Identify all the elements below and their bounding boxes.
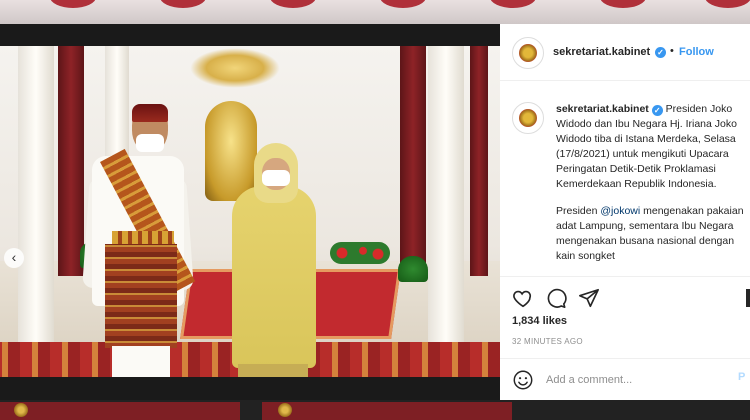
comment-bar: P bbox=[500, 358, 750, 401]
follow-button[interactable]: Follow bbox=[679, 46, 714, 58]
photo-woman-face-mask bbox=[262, 170, 290, 186]
mention-link[interactable]: @jokowi bbox=[600, 205, 640, 217]
photo-flowers bbox=[330, 242, 390, 264]
background-page-strip bbox=[0, 0, 750, 24]
photo-pillar bbox=[428, 46, 464, 346]
photo-man-headdress bbox=[132, 104, 168, 122]
photo-plant bbox=[398, 256, 428, 282]
emblem-icon bbox=[278, 403, 292, 417]
photo-golden-ornament bbox=[205, 101, 257, 201]
verified-badge-icon: ✓ bbox=[651, 105, 663, 116]
background-thumb bbox=[50, 0, 96, 8]
background-card bbox=[0, 402, 240, 420]
photo-woman-skirt bbox=[238, 364, 308, 377]
post-header: sekretariat.kabinet ✓ • Follow bbox=[500, 24, 750, 81]
background-thumb bbox=[270, 0, 316, 8]
verified-badge-icon: ✓ bbox=[655, 47, 666, 58]
photo-curtain bbox=[58, 46, 84, 276]
background-page-strip bbox=[0, 400, 750, 420]
background-thumb bbox=[600, 0, 646, 8]
photo-man-face-mask bbox=[136, 134, 164, 152]
caption-paragraph-2-start: Presiden bbox=[556, 205, 601, 217]
background-thumb bbox=[160, 0, 206, 8]
carousel-prev-button[interactable]: ‹ bbox=[4, 248, 24, 268]
header-username[interactable]: sekretariat.kabinet bbox=[553, 46, 650, 58]
emoji-icon[interactable] bbox=[512, 369, 534, 391]
photo-woman-dress bbox=[232, 186, 316, 368]
caption: sekretariat.kabinet ✓ Presiden Joko Wido… bbox=[556, 102, 744, 274]
background-card bbox=[262, 402, 512, 420]
background-thumb bbox=[490, 0, 536, 8]
caption-avatar[interactable] bbox=[512, 102, 544, 134]
background-thumb bbox=[380, 0, 426, 8]
share-icon[interactable] bbox=[578, 287, 600, 309]
comment-icon[interactable] bbox=[545, 287, 567, 309]
background-thumb bbox=[705, 0, 750, 8]
photo-curtain bbox=[400, 46, 426, 276]
post-comment-button[interactable]: P bbox=[738, 371, 745, 383]
post-photo[interactable]: ‹ bbox=[0, 46, 500, 377]
photo-curtain bbox=[470, 46, 488, 276]
caption-scroll-area[interactable]: sekretariat.kabinet ✓ Presiden Joko Wido… bbox=[500, 94, 750, 274]
likes-count[interactable]: 1,834 likes bbox=[512, 315, 567, 327]
photo-man-trousers bbox=[112, 346, 170, 377]
caption-username[interactable]: sekretariat.kabinet bbox=[556, 103, 649, 115]
heart-icon[interactable] bbox=[512, 287, 534, 309]
photo-man-belt bbox=[112, 231, 174, 245]
post-info-panel: sekretariat.kabinet ✓ • Follow sekretari… bbox=[500, 24, 750, 400]
post-actions: 1,834 likes 32 MINUTES AGO bbox=[500, 276, 750, 367]
separator-dot: • bbox=[670, 45, 674, 57]
emblem-icon bbox=[14, 403, 28, 417]
post-timestamp: 32 MINUTES AGO bbox=[512, 337, 583, 346]
photo-chandelier bbox=[190, 48, 280, 88]
save-icon[interactable] bbox=[746, 289, 750, 307]
photo-man-sarong bbox=[105, 244, 177, 348]
avatar[interactable] bbox=[512, 37, 544, 69]
photo-pillar bbox=[18, 46, 54, 346]
caption-paragraph-1: Presiden Joko Widodo dan Ibu Negara Hj. … bbox=[556, 103, 737, 190]
comment-input[interactable] bbox=[546, 371, 726, 389]
